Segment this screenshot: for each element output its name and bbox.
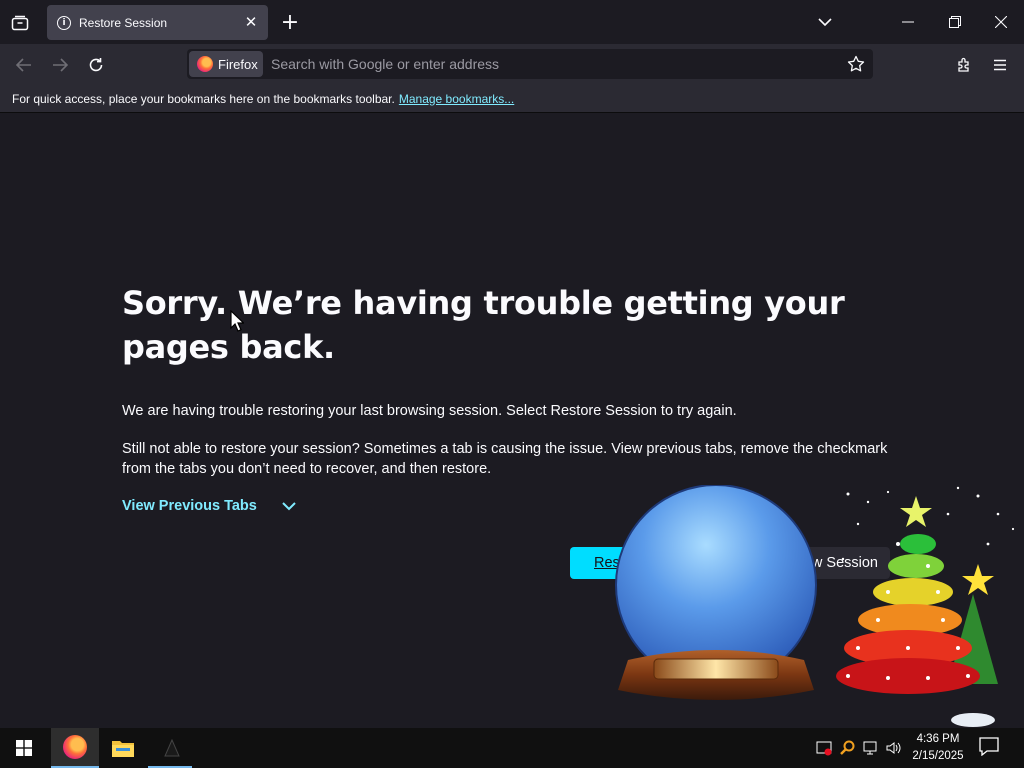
christmas-tree-decoration xyxy=(836,486,1015,727)
firefox-taskbar-icon[interactable] xyxy=(51,728,99,768)
file-explorer-icon[interactable] xyxy=(99,728,147,768)
error-message: We are having trouble restoring your las… xyxy=(122,403,737,419)
url-bar[interactable]: Firefox xyxy=(187,49,873,79)
firefox-logo-icon xyxy=(197,56,213,72)
bookmarks-message: For quick access, place your bookmarks h… xyxy=(12,91,395,106)
reload-icon[interactable] xyxy=(81,50,111,80)
menu-icon[interactable] xyxy=(985,50,1015,80)
extensions-icon[interactable] xyxy=(949,50,979,80)
minimize-icon[interactable] xyxy=(893,8,923,36)
taskbar: 4:36 PM 2/15/2025 xyxy=(0,728,1024,768)
network-tray-icon[interactable] xyxy=(861,738,881,758)
tab-strip: i Restore Session ✕ + xyxy=(0,0,1024,44)
security-tray-icon[interactable] xyxy=(814,738,834,758)
restore-window-icon[interactable] xyxy=(940,8,970,36)
close-window-icon[interactable] xyxy=(986,8,1016,36)
navigation-toolbar: Firefox xyxy=(0,44,1024,85)
snow-globe-decoration xyxy=(615,485,817,700)
view-previous-tabs-label: View Previous Tabs xyxy=(122,498,257,514)
bookmarks-toolbar: For quick access, place your bookmarks h… xyxy=(0,85,1024,113)
back-arrow-icon[interactable] xyxy=(9,50,39,80)
identity-box[interactable]: Firefox xyxy=(189,51,263,77)
tab-title: Restore Session xyxy=(79,15,168,30)
mouse-cursor-icon xyxy=(230,310,244,332)
plus-icon[interactable]: + xyxy=(278,10,302,35)
chevron-down-icon[interactable] xyxy=(810,8,840,36)
taskbar-clock[interactable]: 4:36 PM 2/15/2025 xyxy=(905,731,971,765)
view-previous-tabs-toggle[interactable]: View Previous Tabs xyxy=(122,498,297,514)
tab-restore-session[interactable]: i Restore Session ✕ xyxy=(47,5,268,40)
volume-tray-icon[interactable] xyxy=(884,738,904,758)
terminal-taskbar-icon[interactable] xyxy=(148,728,196,768)
close-icon[interactable]: ✕ xyxy=(242,13,260,31)
clock-date: 2/15/2025 xyxy=(912,750,964,762)
chevron-down-icon xyxy=(282,502,296,511)
identity-label: Firefox xyxy=(218,56,258,72)
search-tray-icon[interactable] xyxy=(837,738,857,758)
star-icon[interactable] xyxy=(845,53,867,75)
windows-start-icon[interactable] xyxy=(0,728,48,768)
address-input[interactable] xyxy=(271,49,831,79)
info-icon: i xyxy=(57,15,71,30)
error-help-message: Still not able to restore your session? … xyxy=(122,441,888,477)
forward-arrow-icon[interactable] xyxy=(45,50,75,80)
clock-time: 4:36 PM xyxy=(916,733,960,745)
tab-list-icon[interactable] xyxy=(6,9,34,37)
manage-bookmarks-link[interactable]: Manage bookmarks... xyxy=(399,92,514,106)
notification-icon[interactable] xyxy=(978,736,1004,760)
